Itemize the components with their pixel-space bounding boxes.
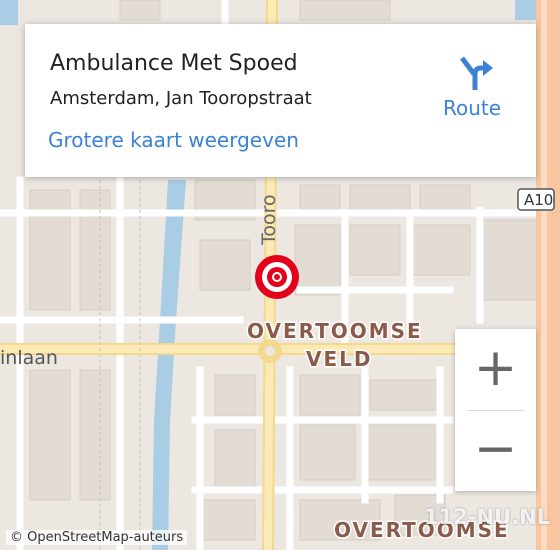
street-label-inlaan: inlaan bbox=[0, 347, 58, 369]
route-turn-right-icon bbox=[460, 56, 493, 90]
route-label: Route bbox=[443, 96, 502, 120]
route-button[interactable]: Route bbox=[437, 48, 509, 124]
district-label-overtoomse: OVERTOOMSE bbox=[247, 319, 423, 343]
zoom-out-button[interactable]: − bbox=[455, 410, 536, 491]
card-address: Amsterdam, Jan Tooropstraat bbox=[50, 88, 312, 109]
street-label-tooro: Tooro bbox=[258, 194, 280, 246]
location-target-icon[interactable] bbox=[255, 255, 299, 299]
info-card: Ambulance Met Spoed Amsterdam, Jan Tooro… bbox=[25, 24, 536, 177]
map-attribution[interactable]: © OpenStreetMap-auteurs bbox=[6, 530, 188, 545]
motorway bbox=[536, 0, 560, 550]
zoom-in-button[interactable]: + bbox=[455, 329, 536, 410]
larger-map-link[interactable]: Grotere kaart weergeven bbox=[48, 128, 299, 152]
zoom-control: + − bbox=[455, 329, 536, 491]
card-title: Ambulance Met Spoed bbox=[50, 51, 298, 76]
watermark: 112-NU.NL bbox=[424, 505, 551, 529]
highway-shield-a10: A10 bbox=[517, 188, 555, 211]
district-label-veld: VELD bbox=[306, 347, 373, 371]
roundabout-center bbox=[265, 346, 275, 356]
highway-shield-label: A10 bbox=[524, 191, 553, 209]
